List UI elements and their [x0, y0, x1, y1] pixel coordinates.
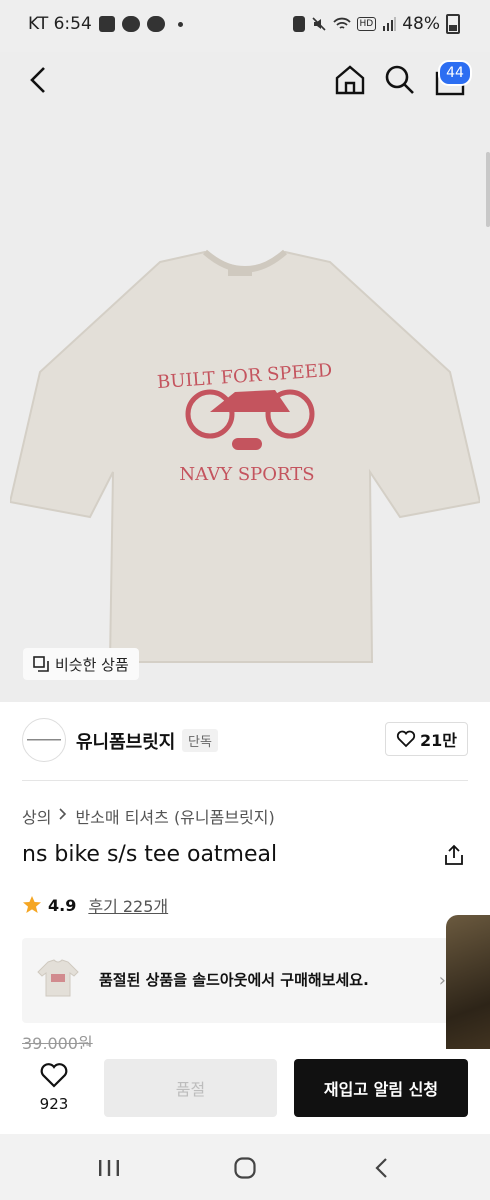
soldout-banner[interactable]: 품절된 상품을 솔드아웃에서 구매해보세요. › — [22, 938, 452, 1023]
chevron-left-icon — [30, 67, 45, 93]
message-icon — [121, 16, 140, 32]
recent-apps-icon[interactable] — [97, 1158, 121, 1178]
svg-text:NAVY SPORTS: NAVY SPORTS — [179, 464, 314, 485]
share-button[interactable] — [443, 843, 465, 871]
chevron-right-icon: › — [438, 970, 446, 991]
hd-icon: HD — [356, 17, 377, 31]
brand-logo-mark — [27, 739, 61, 741]
more-notifications-icon — [177, 21, 183, 27]
floating-ad-card[interactable] — [446, 915, 490, 1067]
rating-row: 4.9 후기 225개 — [22, 893, 168, 917]
gallery-icon — [98, 16, 115, 32]
exclusive-badge: 단독 — [182, 729, 218, 752]
home-nav-icon[interactable] — [233, 1156, 257, 1180]
share-icon — [445, 844, 463, 865]
battery-percent: 48% — [402, 14, 440, 34]
breadcrumb-subcategory[interactable]: 반소매 티셔츠 (유니폼브릿지) — [75, 804, 274, 828]
search-button[interactable] — [382, 62, 418, 98]
divider — [22, 780, 468, 781]
chevron-right-icon — [59, 808, 67, 820]
heart-icon — [40, 1063, 68, 1088]
search-icon — [385, 65, 414, 94]
mute-icon — [311, 17, 326, 31]
lock-icon — [292, 16, 305, 32]
status-bar: KT 6:54 HD 48% — [0, 0, 490, 52]
signal-icon — [383, 17, 397, 31]
soldout-banner-text: 품절된 상품을 솔드아웃에서 구매해보세요. — [99, 971, 369, 989]
star-icon — [23, 896, 41, 913]
product-title: ns bike s/s tee oatmeal — [22, 842, 278, 867]
breadcrumb: 상의 반소매 티셔츠 (유니폼브릿지) — [22, 804, 275, 828]
scrollbar[interactable] — [486, 152, 490, 227]
product-like-count: 923 — [39, 1095, 69, 1113]
cart-count-badge: 44 — [438, 60, 472, 86]
brand-like-count: 21만 — [420, 731, 457, 750]
carrier-time: KT 6:54 — [28, 14, 92, 34]
similar-products-button[interactable]: 비슷한 상품 — [23, 648, 139, 680]
product-like-button[interactable]: 923 — [34, 1061, 74, 1113]
back-button[interactable] — [20, 62, 56, 98]
battery-icon — [446, 14, 460, 34]
home-icon — [335, 65, 365, 95]
wifi-icon — [332, 17, 351, 29]
brand-name[interactable]: 유니폼브릿지 — [76, 728, 175, 754]
talk-icon — [146, 16, 165, 32]
tshirt-image: BUILT FOR SPEED NAVY SPORTS — [10, 249, 480, 663]
heart-icon — [396, 730, 416, 748]
brand-like-button[interactable]: 21만 — [385, 722, 468, 756]
product-image[interactable]: BUILT FOR SPEED NAVY SPORTS — [0, 52, 490, 702]
brand-row: 유니폼브릿지 단독 21만 — [22, 718, 468, 764]
similar-products-label: 비슷한 상품 — [55, 655, 129, 674]
top-nav — [0, 52, 490, 108]
home-button[interactable] — [332, 62, 368, 98]
copy-icon — [33, 656, 49, 672]
soldout-button: 품절 — [104, 1059, 277, 1117]
breadcrumb-category[interactable]: 상의 — [22, 804, 51, 828]
soldout-thumbnail — [37, 959, 79, 997]
bottom-action-bar: 923 품절 재입고 알림 신청 — [0, 1049, 490, 1134]
restock-alert-button[interactable]: 재입고 알림 신청 — [294, 1059, 468, 1117]
brand-logo[interactable] — [22, 718, 66, 762]
review-count-link[interactable]: 후기 225개 — [88, 893, 168, 917]
back-nav-icon[interactable] — [372, 1156, 392, 1180]
system-nav-bar — [0, 1134, 490, 1200]
rating-score: 4.9 — [48, 895, 77, 915]
